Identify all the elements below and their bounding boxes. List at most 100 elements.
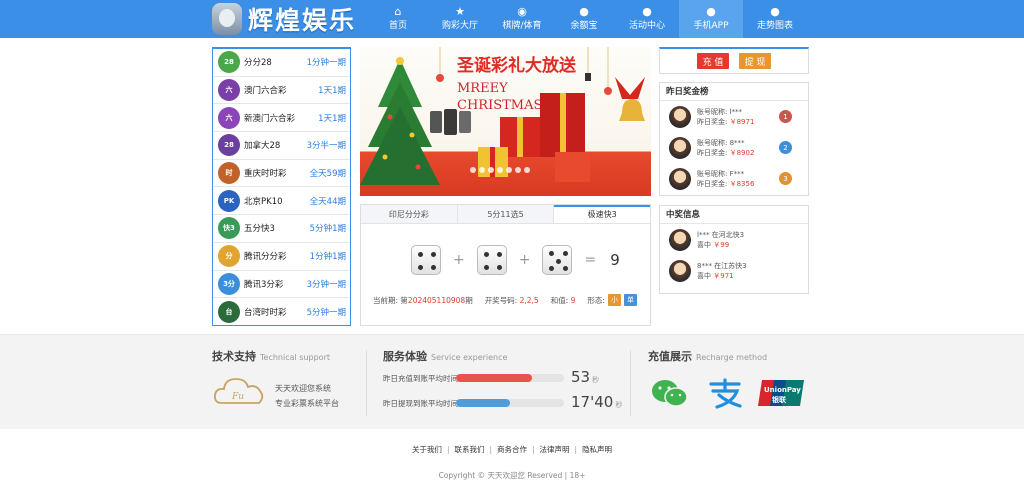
nav-item[interactable]: ⌂ 首页 <box>367 0 429 38</box>
lottery-tab[interactable]: 极速快3 <box>554 205 651 223</box>
prize-value: ￥8971 <box>729 117 755 126</box>
tech-title-cn: 技术支持 <box>212 350 256 363</box>
footer-link[interactable]: 关于我们 <box>412 445 442 454</box>
avatar <box>669 167 691 190</box>
game-row[interactable]: 六 新澳门六合彩 1天1期 <box>213 104 350 133</box>
withdraw-button[interactable]: 提 现 <box>739 53 771 69</box>
game-frequency: 3分钟一期 <box>306 279 346 290</box>
lottery-tab[interactable]: 5分11选5 <box>458 205 555 223</box>
service-metric-value: 53 秒 <box>571 368 599 386</box>
game-icon: 快3 <box>218 217 240 240</box>
banner-dot[interactable] <box>524 167 530 173</box>
money-bag-icon: ● <box>579 5 589 18</box>
service-metric-label: 昨日提现到账平均时间 <box>383 399 458 408</box>
copyright: Copyright © 天天欢迎您 Reserved | 18+ <box>438 471 586 480</box>
banner-dot[interactable] <box>470 167 476 173</box>
nick-value: l*** <box>729 107 743 116</box>
game-name: 台湾时时彩 <box>244 308 287 319</box>
rank-badge: 2 <box>779 141 792 154</box>
banner-dot[interactable] <box>506 167 512 173</box>
nick-value: 8*** <box>729 138 745 147</box>
game-row[interactable]: 28 加拿大28 3分半一期 <box>213 132 350 160</box>
game-icon-tag: 六 <box>225 86 233 95</box>
period-prefix: 第 <box>400 295 408 305</box>
game-row[interactable]: 快3 五分快3 5分钟1期 <box>213 215 350 243</box>
game-frequency: 3分半一期 <box>306 141 346 152</box>
nick-value: F*** <box>729 169 745 178</box>
deposit-button[interactable]: 充 值 <box>697 53 729 69</box>
game-icon: 台 <box>218 301 240 324</box>
footer-link[interactable]: 隐私声明 <box>582 445 612 454</box>
die-face-icon <box>411 245 441 275</box>
nav-item[interactable]: ● 余额宝 <box>553 0 615 38</box>
winner-row: l*** 在河北快3 喜中 ￥99 <box>660 224 808 255</box>
banner-dot[interactable] <box>488 167 494 173</box>
ranking-title: 昨日奖金榜 <box>660 83 808 101</box>
service-progress-fill <box>456 399 510 407</box>
game-row[interactable]: 台 台湾时时彩 5分钟一期 <box>213 298 350 326</box>
nav-item[interactable]: ★ 购彩大厅 <box>429 0 491 38</box>
nav-item[interactable]: ● 活动中心 <box>615 0 679 38</box>
game-frequency: 全天59期 <box>309 169 346 180</box>
banner-illustration: 圣诞彩礼大放送 MREEY CHRISTMAS <box>360 47 645 185</box>
avatar <box>669 259 691 282</box>
banner-dot[interactable] <box>515 167 521 173</box>
game-row[interactable]: 时 重庆时时彩 全天59期 <box>213 160 350 188</box>
winner-row: 8*** 在江苏快3 喜中 ￥971 <box>660 255 808 286</box>
game-icon-tag: 28 <box>224 58 234 67</box>
prize-label: 昨日奖金: <box>697 179 728 188</box>
unionpay-icon: UnionPay 银联 <box>758 378 804 408</box>
footer-link[interactable]: 商务合作 <box>497 445 527 454</box>
banner-dot[interactable] <box>497 167 503 173</box>
game-name: 加拿大28 <box>244 141 281 152</box>
game-frequency: 全天44期 <box>309 196 346 207</box>
game-row[interactable]: 28 分分28 1分钟一期 <box>213 49 350 77</box>
period-label: 当前期: <box>373 295 399 305</box>
christmas-banner[interactable]: 圣诞彩礼大放送 MREEY CHRISTMAS <box>360 47 651 196</box>
main-nav: ⌂ 首页 ★ 购彩大厅 ◉ 棋牌/体育 ● 余额宝 ● 活动中心 ● 手机APP ● 走势图表 <box>367 0 807 38</box>
service-metric-label: 昨日充值到账平均时间 <box>383 374 458 383</box>
game-row[interactable]: 六 澳门六合彩 1天1期 <box>213 77 350 105</box>
game-frequency: 1分钟一期 <box>306 58 346 69</box>
game-row[interactable]: 3分 腾讯3分彩 3分钟一期 <box>213 271 350 299</box>
tech-support-title: 技术支持 Technical support <box>212 348 330 364</box>
sum-value: 9 <box>570 295 576 305</box>
metric-unit: 秒 <box>615 401 623 409</box>
draw-info: 当前期: 第 202405110908 期 开奖号码: 2,2,5 和值: 9 … <box>373 294 637 306</box>
logo-text: 辉煌娱乐 <box>248 6 357 35</box>
equals-sign: = <box>584 252 597 268</box>
avatar <box>669 105 691 128</box>
pay-title-cn: 充值展示 <box>648 350 692 363</box>
link-separator: | <box>532 445 535 454</box>
footer-links: 关于我们 | 联系我们 | 商务合作 | 法律声明 | 隐私声明 <box>0 444 1024 455</box>
win-amount: ￥99 <box>713 240 730 249</box>
footer-link[interactable]: 联系我们 <box>454 445 484 454</box>
nav-item-label: 走势图表 <box>756 21 793 31</box>
nav-item[interactable]: ● 手机APP <box>679 0 743 38</box>
game-name: 新澳门六合彩 <box>244 113 296 124</box>
site-logo[interactable]: 辉煌娱乐 <box>212 1 356 37</box>
money-bag-icon: ● <box>706 5 716 18</box>
game-row[interactable]: PK 北京PK10 全天44期 <box>213 187 350 216</box>
period-suffix: 期 <box>465 295 473 305</box>
nav-item[interactable]: ● 走势图表 <box>743 0 807 38</box>
footer-link[interactable]: 法律声明 <box>540 445 570 454</box>
nav-item-label: 活动中心 <box>628 21 665 31</box>
account-actions: 充 值 提 现 <box>659 47 809 74</box>
nav-item-label: 购彩大厅 <box>441 21 478 31</box>
banner-dot[interactable] <box>479 167 485 173</box>
nav-item[interactable]: ◉ 棋牌/体育 <box>491 0 553 38</box>
game-row[interactable]: 分 腾讯分分彩 1分钟1期 <box>213 243 350 271</box>
winner-info: 中奖信息 l*** 在河北快3 喜中 ￥99 8*** 在江苏快3 喜中 ￥971 <box>659 205 809 294</box>
game-frequency: 5分钟1期 <box>309 224 346 235</box>
nav-item-label: 首页 <box>388 21 407 31</box>
game-icon: PK <box>218 189 240 212</box>
cart-icon: ◉ <box>517 5 527 18</box>
plus-sign: + <box>518 252 531 268</box>
game-icon-tag: 28 <box>224 141 234 150</box>
nick-label: 账号昵称: <box>697 107 728 116</box>
winner-desc: l*** 在河北快3 <box>697 230 745 239</box>
lottery-tab[interactable]: 印尼分分彩 <box>361 205 458 223</box>
prize-value: ￥8902 <box>729 148 755 157</box>
ranking-text: 账号昵称: F*** 昨日奖金: ￥8356 <box>697 169 754 189</box>
